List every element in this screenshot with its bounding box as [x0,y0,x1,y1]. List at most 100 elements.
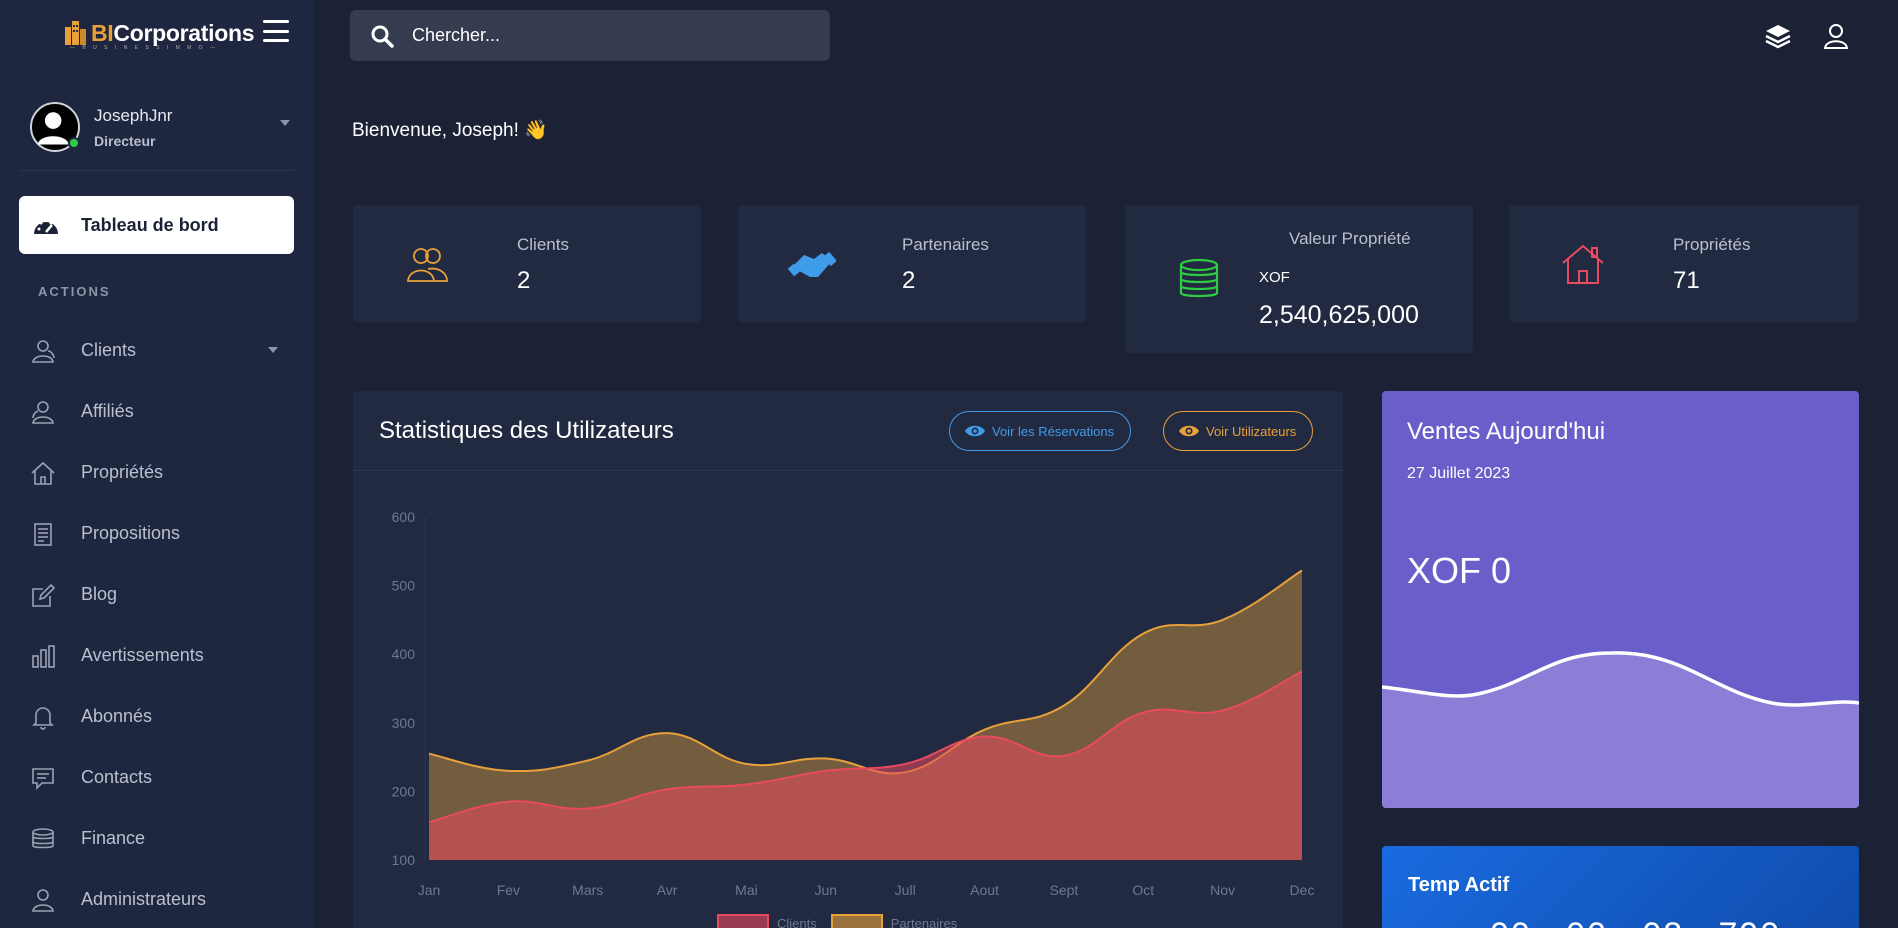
welcome-message: Bienvenue, Joseph! 👋 [352,120,548,141]
stat-card-valeur-propriete[interactable]: Valeur Propriété XOF 2,540,625,000 [1125,205,1473,353]
sidebar-item-label: Propositions [81,523,181,543]
layers-icon[interactable] [1764,22,1792,50]
stat-value: 2,540,625,000 [1259,301,1419,329]
sales-date: 27 Juillet 2023 [1407,465,1511,482]
menu-toggle-icon[interactable] [263,20,289,42]
stat-value: 2 [517,267,531,294]
search-icon[interactable] [370,24,394,48]
y-tick-label: 500 [392,578,416,594]
stat-card-clients[interactable]: Clients 2 [353,205,701,322]
eye-icon [965,425,985,437]
sidebar-item-label: Avertissements [81,645,204,665]
x-tick-label: Avr [657,882,678,898]
x-tick-label: Jull [895,882,916,898]
brand-name: BICorporations [91,20,255,46]
sidebar-item-abonnes[interactable]: Abonnés [30,686,290,747]
sales-amount: XOF 0 [1407,550,1512,591]
message-icon [32,767,54,790]
sidebar-item-clients[interactable]: Clients [30,320,290,381]
brand-logo[interactable]: BICorporations [63,17,255,47]
stat-card-proprietes[interactable]: Propriétés 71 [1509,205,1859,322]
section-title: ACTIONS [38,284,111,299]
x-tick-label: Mars [572,882,603,898]
sidebar-item-finance[interactable]: Finance [30,808,290,869]
sidebar-item-label: Clients [81,340,137,360]
dashboard-gauge-icon [34,218,58,234]
home-icon [1562,244,1604,284]
document-icon [34,522,52,546]
active-time-card: Temp Actif 00 : 00 : 08 : 790 [1382,846,1859,928]
user-account-icon[interactable] [1822,22,1850,50]
chevron-down-icon [268,347,278,353]
stat-value: 71 [1673,267,1700,294]
view-users-button[interactable]: Voir Utilizateurs [1163,411,1314,451]
y-tick-label: 200 [392,783,416,799]
x-tick-label: Fev [497,882,520,898]
sidebar: BICorporations — B U S I N E S S I M M O… [0,0,313,928]
users-icon [407,248,448,282]
panel-title: Statistiques des Utilizateurs [379,417,674,444]
user-role: Directeur [94,132,156,149]
sidebar-item-dashboard[interactable]: Tableau de bord [19,196,294,254]
search-input[interactable] [412,25,812,46]
legend-swatch-clients[interactable] [717,914,769,928]
coins-icon [32,827,54,848]
stat-card-partenaires[interactable]: Partenaires 2 [738,205,1086,322]
divider [20,170,295,171]
y-tick-label: 100 [392,852,416,868]
sidebar-item-label: Tableau de bord [81,214,219,235]
sales-title: Ventes Aujourd'hui [1407,418,1606,445]
home-icon [31,461,55,485]
chevron-down-icon[interactable] [280,120,290,126]
sidebar-item-contacts[interactable]: Contacts [30,747,290,808]
x-tick-label: Nov [1210,882,1235,898]
stat-title: Propriétés [1673,235,1751,254]
brand-tagline: — B U S I N E S S I M M O — [70,45,218,51]
x-tick-label: Oct [1132,882,1154,898]
stat-title: Clients [517,235,569,254]
legend-swatch-partenaires[interactable] [830,914,883,928]
edit-icon [32,583,56,607]
x-tick-label: Mai [735,882,758,898]
sidebar-item-label: Administrateurs [81,889,207,909]
active-time-title: Temp Actif [1408,874,1510,896]
sales-today-card: Ventes Aujourd'hui 27 Juillet 2023 XOF 0 [1382,391,1859,808]
coins-icon [1179,258,1219,298]
sidebar-item-propositions[interactable]: Propositions [30,503,290,564]
x-tick-label: Dec [1290,882,1315,898]
view-reservations-button[interactable]: Voir les Réservations [949,411,1132,451]
sidebar-item-label: Abonnés [81,706,153,726]
bar-chart-icon [32,644,55,668]
sidebar-item-affilies[interactable]: Affiliés [30,381,290,442]
sidebar-item-blog[interactable]: Blog [30,564,290,625]
stat-title: Partenaires [902,235,989,254]
stat-currency: XOF [1259,269,1290,286]
admin-icon [32,888,54,912]
sidebar-item-proprietes[interactable]: Propriétés [30,442,290,503]
legend-label-clients: Clients [777,915,817,928]
sidebar-item-label: Finance [81,828,146,848]
y-tick-label: 400 [392,646,416,662]
user-name: JosephJnr [94,105,173,125]
y-tick-label: 300 [392,715,416,731]
sidebar-item-label: Contacts [81,767,153,787]
users-icon [32,339,55,363]
eye-icon [1179,425,1199,437]
sidebar-item-label: Blog [81,584,118,604]
user-profile[interactable]: JosephJnr Directeur [30,100,290,154]
sidebar-item-avertissements[interactable]: Avertissements [30,625,290,686]
sidebar-item-administrateurs[interactable]: Administrateurs [30,869,290,928]
online-status-icon [68,137,80,149]
sidebar-item-label: Affiliés [81,401,134,421]
x-tick-label: Sept [1050,882,1079,898]
sales-wave-graphic [1382,651,1859,808]
stat-value: 2 [902,267,916,294]
stat-title: Valeur Propriété [1289,229,1411,248]
x-tick-label: Jan [418,882,441,898]
active-time-timer: 00 : 00 : 08 : 790 [1490,916,1781,928]
legend-label-partenaires: Partenaires [890,915,958,928]
user-group-icon [32,400,54,424]
x-tick-label: Aout [970,882,999,898]
y-tick-label: 600 [392,509,416,525]
avatar [30,102,80,152]
